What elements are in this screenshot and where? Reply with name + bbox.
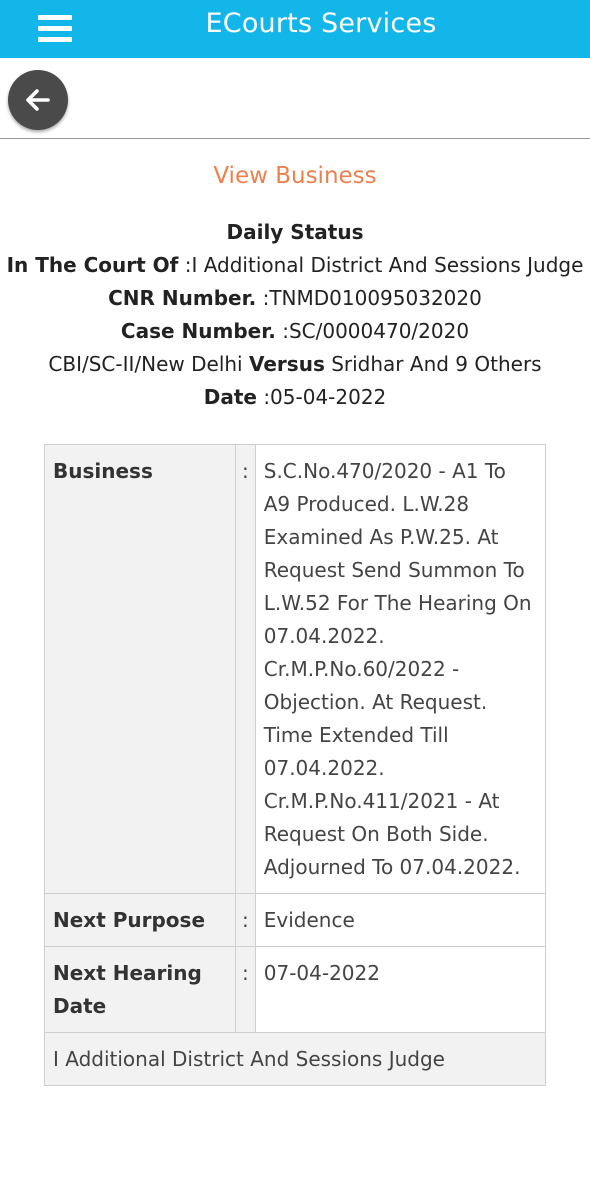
court-label: In The Court Of <box>6 253 179 277</box>
page-title: View Business <box>213 163 377 189</box>
status-title: Daily Status <box>226 220 364 244</box>
next-hearing-date-value: 07-04-2022 <box>254 946 547 1033</box>
date-line: Date :05-04-2022 <box>0 381 590 414</box>
business-value: S.C.No.470/2020 - A1 To A9 Produced. L.W… <box>254 444 547 894</box>
case-number-value: :SC/0000470/2020 <box>282 319 470 343</box>
separator: : <box>235 893 256 947</box>
petitioner: CBI/SC-II/New Delhi <box>48 352 243 376</box>
business-label: Business <box>44 444 236 894</box>
separator: : <box>235 946 256 1033</box>
app-title: ECourts Services <box>205 8 437 39</box>
case-info: Daily Status In The Court Of :I Addition… <box>0 216 590 414</box>
table-row: Next Hearing Date : 07-04-2022 <box>44 946 547 1033</box>
case-number-line: Case Number. :SC/0000470/2020 <box>0 315 590 348</box>
next-purpose-value: Evidence <box>254 893 547 947</box>
app-bar: ECourts Services <box>0 0 590 58</box>
business-table: Business : S.C.No.470/2020 - A1 To A9 Pr… <box>44 444 547 1086</box>
table-row: Business : S.C.No.470/2020 - A1 To A9 Pr… <box>44 444 547 894</box>
court-name-footer: I Additional District And Sessions Judge <box>44 1032 546 1086</box>
parties-line: CBI/SC-II/New Delhi Versus Sridhar And 9… <box>0 348 590 381</box>
status-title-line: Daily Status <box>0 216 590 249</box>
date-label: Date <box>203 385 257 409</box>
next-hearing-date-label: Next Hearing Date <box>44 946 236 1033</box>
date-value: :05-04-2022 <box>263 385 387 409</box>
navigation-bar <box>0 58 590 139</box>
arrow-left-icon <box>26 89 50 111</box>
cnr-label: CNR Number. <box>108 286 257 310</box>
table-row: I Additional District And Sessions Judge <box>44 1032 546 1086</box>
back-button[interactable] <box>8 70 68 130</box>
cnr-value: :TNMD010095032020 <box>262 286 482 310</box>
versus-label: Versus <box>248 352 325 376</box>
next-purpose-label: Next Purpose <box>44 893 236 947</box>
court-line: In The Court Of :I Additional District A… <box>0 249 590 282</box>
cnr-line: CNR Number. :TNMD010095032020 <box>0 282 590 315</box>
separator: : <box>235 444 256 894</box>
case-number-label: Case Number. <box>120 319 276 343</box>
table-row: Next Purpose : Evidence <box>44 893 547 947</box>
court-value: :I Additional District And Sessions Judg… <box>184 253 584 277</box>
respondent: Sridhar And 9 Others <box>331 352 542 376</box>
